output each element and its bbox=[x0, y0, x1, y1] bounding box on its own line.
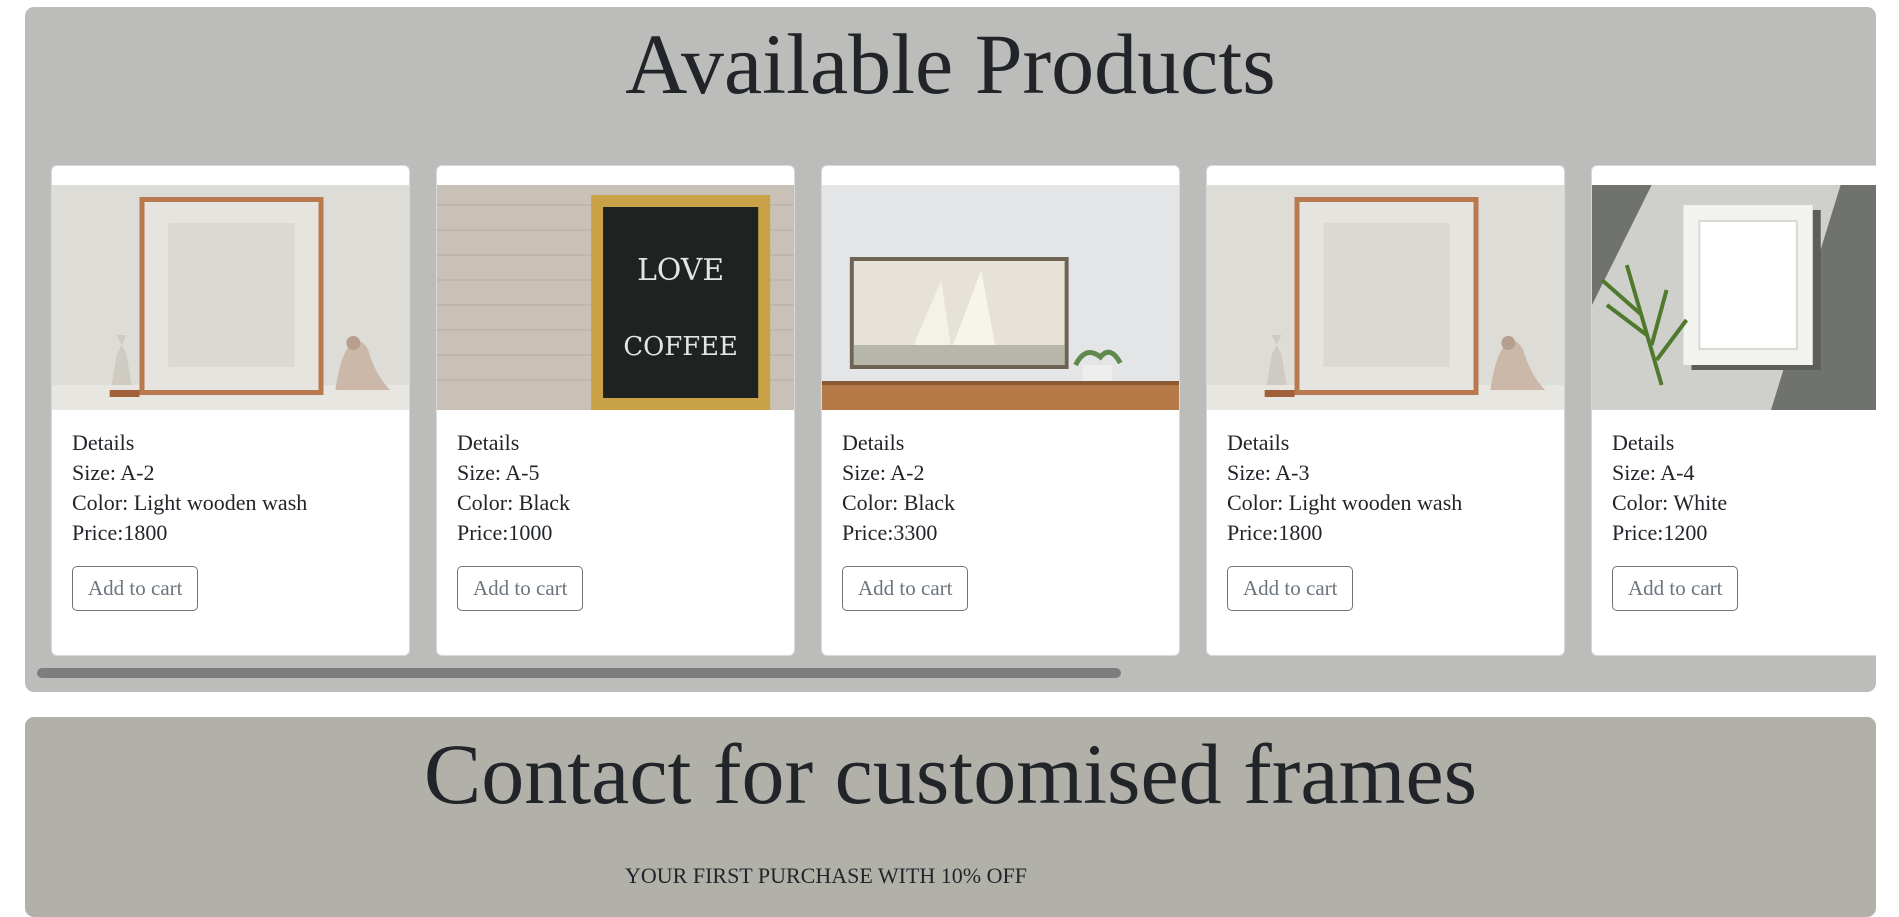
add-to-cart-button[interactable]: Add to cart bbox=[1227, 566, 1354, 611]
product-card: Details Size: A-4 Color: White Price:120… bbox=[1591, 165, 1876, 656]
size-text: Size: A-2 bbox=[842, 460, 925, 485]
contact-section: Contact for customised frames YOUR FIRST… bbox=[25, 717, 1876, 917]
details-label: Details bbox=[1612, 430, 1675, 455]
svg-text:COFFEE: COFFEE bbox=[623, 332, 738, 362]
card-body: Details Size: A-2 Color: Black Price:330… bbox=[822, 410, 1179, 611]
details-label: Details bbox=[1227, 430, 1290, 455]
color-text: Color: Black bbox=[842, 490, 956, 515]
color-text: Color: Light wooden wash bbox=[1227, 490, 1463, 515]
svg-text:LOVE: LOVE bbox=[637, 253, 724, 288]
product-image-sailboat-painting bbox=[822, 185, 1179, 410]
details-label: Details bbox=[842, 430, 905, 455]
products-carousel[interactable]: Details Size: A-2 Color: Light wooden wa… bbox=[51, 165, 1876, 665]
horizontal-scrollbar[interactable] bbox=[37, 668, 1857, 678]
product-image-chalkboard-frame: LOVE COFFEE bbox=[437, 185, 794, 410]
card-body: Details Size: A-2 Color: Light wooden wa… bbox=[52, 410, 409, 611]
color-text: Color: Black bbox=[457, 490, 571, 515]
color-text: Color: Light wooden wash bbox=[72, 490, 308, 515]
price-text: Price:1000 bbox=[457, 520, 553, 545]
card-body: Details Size: A-5 Color: Black Price:100… bbox=[437, 410, 794, 611]
add-to-cart-button[interactable]: Add to cart bbox=[1612, 566, 1739, 611]
card-body: Details Size: A-4 Color: White Price:120… bbox=[1592, 410, 1876, 611]
details-label: Details bbox=[72, 430, 135, 455]
size-text: Size: A-4 bbox=[1612, 460, 1695, 485]
size-text: Size: A-5 bbox=[457, 460, 540, 485]
add-to-cart-button[interactable]: Add to cart bbox=[457, 566, 584, 611]
product-card: Details Size: A-3 Color: Light wooden wa… bbox=[1206, 165, 1565, 656]
product-image-white-frame bbox=[1592, 185, 1876, 410]
products-title: Available Products bbox=[625, 16, 1276, 112]
product-card: Details Size: A-2 Color: Light wooden wa… bbox=[51, 165, 410, 656]
product-card: LOVE COFFEE Details Size: A-5 Color: Bla… bbox=[436, 165, 795, 656]
product-image-copper-frame bbox=[1207, 185, 1564, 410]
product-image-copper-frame bbox=[52, 185, 409, 410]
price-text: Price:1800 bbox=[1227, 520, 1323, 545]
add-to-cart-button[interactable]: Add to cart bbox=[842, 566, 969, 611]
price-text: Price:1800 bbox=[72, 520, 168, 545]
add-to-cart-button[interactable]: Add to cart bbox=[72, 566, 199, 611]
color-text: Color: White bbox=[1612, 490, 1728, 515]
scrollbar-thumb[interactable] bbox=[37, 668, 1121, 678]
products-row: Details Size: A-2 Color: Light wooden wa… bbox=[51, 165, 1876, 656]
contact-title: Contact for customised frames bbox=[423, 726, 1478, 822]
product-card: Details Size: A-2 Color: Black Price:330… bbox=[821, 165, 1180, 656]
price-text: Price:3300 bbox=[842, 520, 938, 545]
price-text: Price:1200 bbox=[1612, 520, 1708, 545]
promo-text: YOUR FIRST PURCHASE WITH 10% OFF bbox=[625, 863, 1027, 888]
size-text: Size: A-2 bbox=[72, 460, 155, 485]
card-body: Details Size: A-3 Color: Light wooden wa… bbox=[1207, 410, 1564, 611]
details-label: Details bbox=[457, 430, 520, 455]
products-section: Available Products Details Size: A-2 Col… bbox=[25, 7, 1876, 692]
size-text: Size: A-3 bbox=[1227, 460, 1310, 485]
